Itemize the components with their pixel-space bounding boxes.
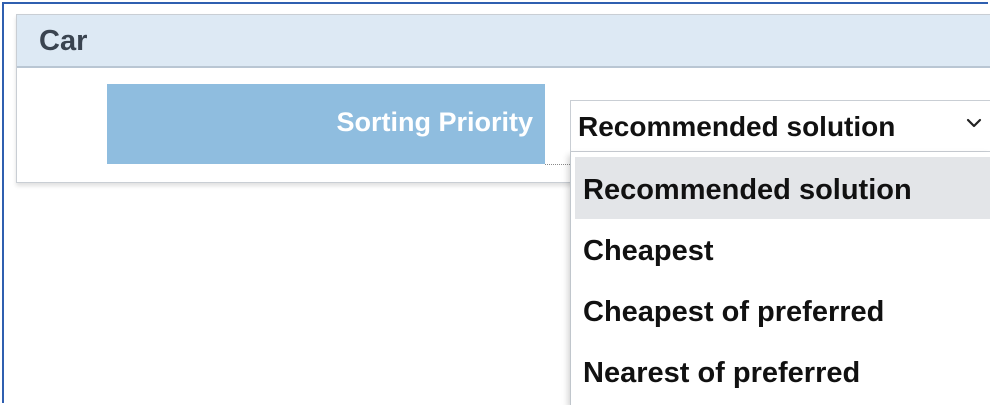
panel-title: Car (39, 25, 88, 57)
panel-header: Car (17, 15, 990, 68)
option-cheapest[interactable]: Cheapest (575, 218, 990, 280)
option-label: Cheapest (583, 235, 714, 267)
option-label: Nearest of preferred (583, 357, 861, 389)
selected-value: Recommended solution (578, 111, 896, 142)
option-label: Recommended solution (583, 174, 912, 206)
sorting-priority-select[interactable]: Recommended solution (570, 100, 990, 152)
sorting-priority-label: Sorting Priority (336, 107, 533, 137)
option-label: Cheapest of preferred (583, 296, 885, 328)
sorting-priority-label-cell: Sorting Priority (107, 84, 545, 164)
focus-dotted-line (545, 164, 570, 165)
option-recommended-solution[interactable]: Recommended solution (575, 157, 990, 219)
sorting-priority-dropdown: Recommended solution Cheapest Cheapest o… (570, 152, 990, 405)
option-cheapest-of-preferred[interactable]: Cheapest of preferred (575, 279, 990, 341)
chevron-down-icon[interactable] (965, 116, 983, 130)
option-nearest-of-preferred[interactable]: Nearest of preferred (575, 340, 990, 402)
